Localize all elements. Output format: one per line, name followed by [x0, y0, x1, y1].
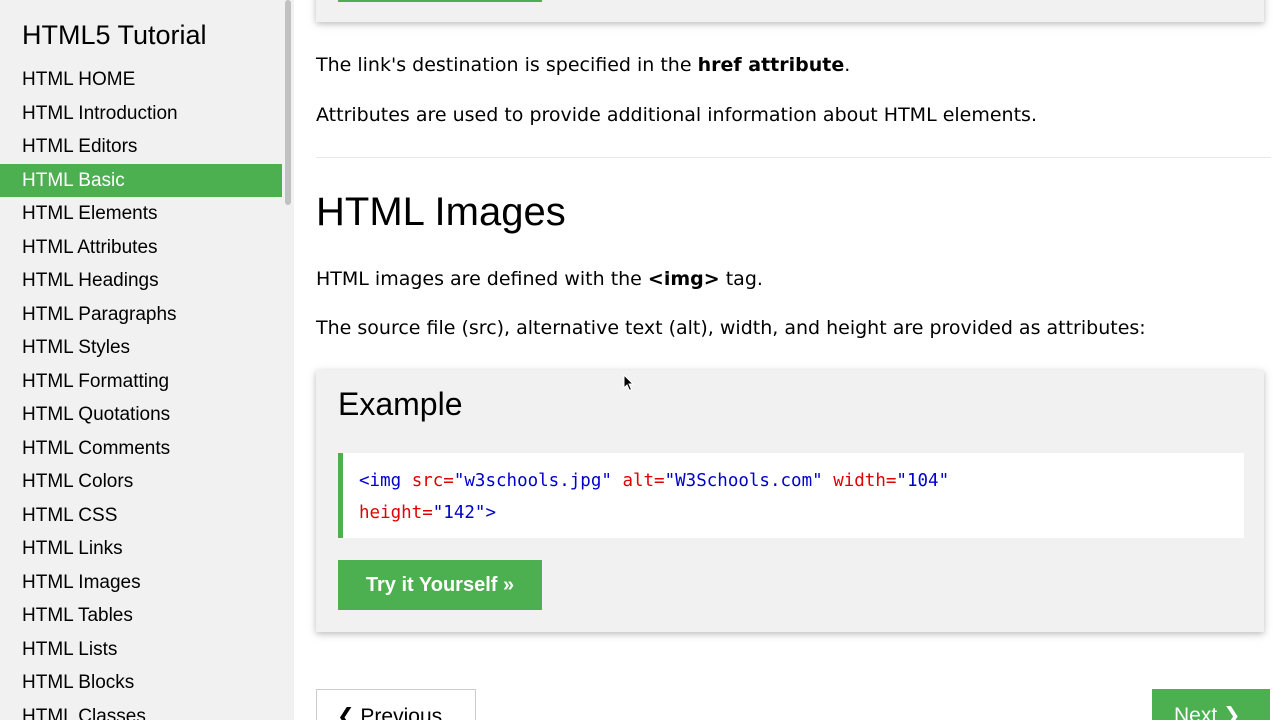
- sidebar-item-html-tables[interactable]: HTML Tables: [0, 599, 282, 633]
- sidebar-item-html-quotations[interactable]: HTML Quotations: [0, 398, 282, 432]
- sidebar-item-html-classes[interactable]: HTML Classes: [0, 700, 282, 720]
- sidebar-item-html-attributes[interactable]: HTML Attributes: [0, 231, 282, 265]
- code-attr: width=: [833, 471, 897, 491]
- sidebar-item-html-editors[interactable]: HTML Editors: [0, 130, 282, 164]
- code-value: "w3schools.jpg": [453, 471, 612, 491]
- main-content: The link's destination is specified in t…: [294, 0, 1280, 720]
- try-it-yourself-button[interactable]: Try it Yourself »: [338, 560, 542, 610]
- paragraph-source-file: The source file (src), alternative text …: [316, 317, 1146, 339]
- sidebar-item-html-links[interactable]: HTML Links: [0, 532, 282, 566]
- sidebar-item-html-basic[interactable]: HTML Basic: [0, 163, 282, 197]
- section-divider: [316, 157, 1271, 158]
- previous-button[interactable]: ❮ Previous: [316, 689, 476, 720]
- sidebar-title: HTML5 Tutorial: [22, 20, 207, 50]
- sidebar: HTML5 Tutorial HTML HOME HTML Introductio…: [0, 0, 282, 720]
- paragraph-text: HTML images are defined with the: [316, 268, 648, 290]
- paragraph-attributes: Attributes are used to provide additiona…: [316, 104, 1037, 126]
- sidebar-item-html-headings[interactable]: HTML Headings: [0, 264, 282, 298]
- code-line-1: <img src="w3schools.jpg" alt="W3Schools.…: [359, 465, 1244, 497]
- section-heading: HTML Images: [316, 190, 566, 234]
- sidebar-item-html-blocks[interactable]: HTML Blocks: [0, 666, 282, 700]
- bold-text: href attribute: [697, 54, 845, 76]
- paragraph-images-tag: HTML images are defined with the <img> t…: [316, 268, 763, 290]
- next-button[interactable]: Next ❯: [1152, 689, 1270, 720]
- code-line-2: height="142">: [359, 497, 1244, 529]
- code-attr: height=: [359, 503, 433, 523]
- code-tag: <img: [359, 471, 402, 491]
- example-panel: Example <img src="w3schools.jpg" alt="W3…: [316, 370, 1264, 632]
- sidebar-item-html-images[interactable]: HTML Images: [0, 566, 282, 600]
- sidebar-item-html-elements[interactable]: HTML Elements: [0, 197, 282, 231]
- paragraph-text: tag.: [719, 268, 763, 290]
- mouse-cursor-icon: [623, 374, 635, 392]
- previous-example-panel: [316, 0, 1264, 22]
- code-value: "104": [896, 471, 950, 491]
- sidebar-item-html-styles[interactable]: HTML Styles: [0, 331, 282, 365]
- sidebar-item-html-comments[interactable]: HTML Comments: [0, 432, 282, 466]
- paragraph-link-destination: The link's destination is specified in t…: [316, 54, 850, 76]
- code-tag: >: [485, 503, 496, 523]
- sidebar-item-html-home[interactable]: HTML HOME: [0, 63, 282, 97]
- sidebar-item-html-paragraphs[interactable]: HTML Paragraphs: [0, 298, 282, 332]
- sidebar-item-html-formatting[interactable]: HTML Formatting: [0, 365, 282, 399]
- sidebar-item-html-lists[interactable]: HTML Lists: [0, 633, 282, 667]
- try-it-yourself-button-partial[interactable]: [338, 0, 542, 2]
- paragraph-text: The link's destination is specified in t…: [316, 54, 698, 76]
- code-attr: alt=: [622, 471, 665, 491]
- code-value: "W3Schools.com": [664, 471, 823, 491]
- paragraph-text: .: [844, 54, 851, 76]
- sidebar-item-html-colors[interactable]: HTML Colors: [0, 465, 282, 499]
- code-attr: src=: [411, 471, 454, 491]
- sidebar-item-html-css[interactable]: HTML CSS: [0, 499, 282, 533]
- bold-text: <img>: [647, 268, 720, 290]
- sidebar-scrollbar-thumb[interactable]: [285, 0, 291, 205]
- code-value: "142": [432, 503, 486, 523]
- example-title: Example: [338, 386, 463, 422]
- sidebar-nav: HTML HOME HTML Introduction HTML Editors HT…: [0, 63, 282, 720]
- sidebar-item-html-introduction[interactable]: HTML Introduction: [0, 97, 282, 131]
- code-example: <img src="w3schools.jpg" alt="W3Schools.…: [338, 453, 1244, 538]
